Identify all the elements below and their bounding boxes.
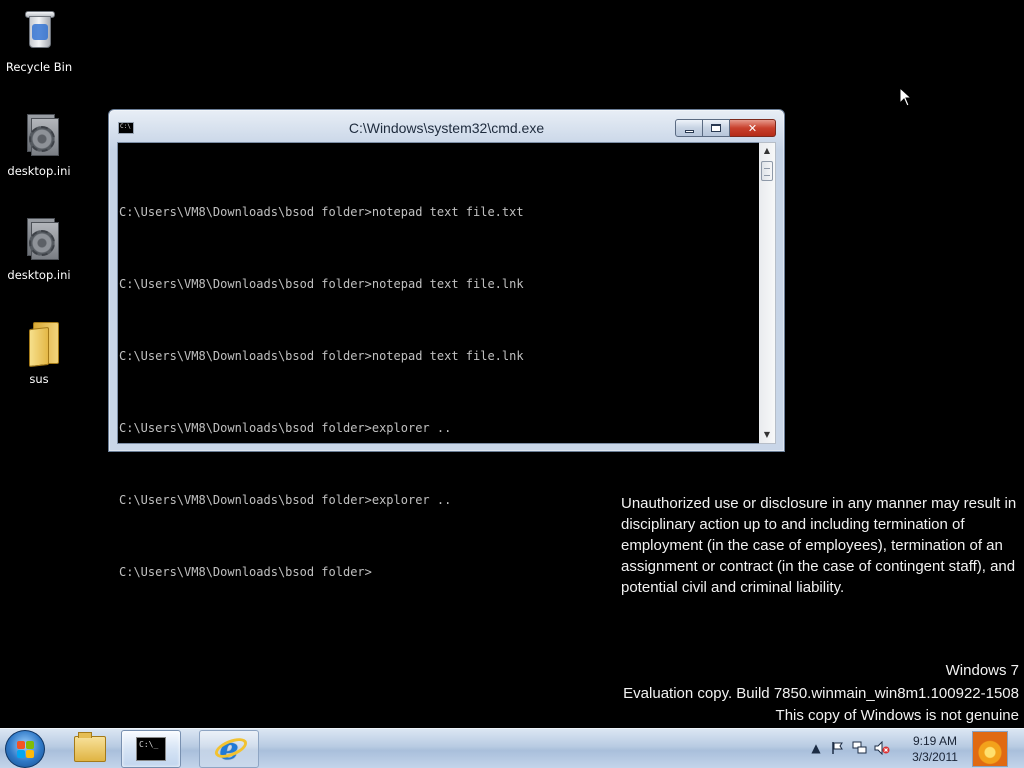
- console-prompt-line[interactable]: C:\Users\VM8\Downloads\bsod folder>: [119, 560, 524, 584]
- taskbar-command-prompt[interactable]: C:\_: [121, 730, 181, 768]
- close-button[interactable]: ✕: [730, 119, 776, 137]
- action-center-flag-icon[interactable]: [827, 739, 849, 757]
- settings-file-icon: [15, 214, 63, 262]
- console-line: C:\Users\VM8\Downloads\bsod folder>notep…: [119, 205, 524, 219]
- maximize-icon: [711, 124, 721, 132]
- scroll-thumb[interactable]: [761, 161, 773, 181]
- console-line: C:\Users\VM8\Downloads\bsod folder>notep…: [119, 277, 524, 291]
- watermark-genuine-notice: This copy of Windows is not genuine: [775, 707, 1019, 724]
- show-hidden-icons-icon[interactable]: ▲: [805, 739, 827, 757]
- watermark-build: Evaluation copy. Build 7850.winmain_win8…: [623, 684, 1019, 702]
- minimize-button[interactable]: [675, 119, 703, 137]
- network-icon[interactable]: [849, 739, 871, 757]
- settings-file-icon: [15, 110, 63, 158]
- watermark-os-name: Windows 7: [945, 662, 1019, 679]
- desktop-icon-desktop-ini[interactable]: desktop.ini: [0, 214, 78, 282]
- start-button[interactable]: [5, 730, 45, 768]
- close-icon: ✕: [747, 121, 758, 135]
- taskbar-windows-explorer[interactable]: [60, 730, 120, 768]
- ie-icon: e: [200, 731, 258, 767]
- title-bar[interactable]: C:\ C:\Windows\system32\cmd.exe ✕: [109, 110, 784, 142]
- folder-icon: [74, 732, 106, 762]
- console-line: C:\Users\VM8\Downloads\bsod folder>explo…: [119, 493, 452, 507]
- cmd-window[interactable]: C:\ C:\Windows\system32\cmd.exe ✕ C:\Use…: [108, 109, 785, 579]
- clock-date: 3/3/2011: [912, 750, 958, 764]
- desktop-icon-label: sus: [29, 372, 49, 386]
- maximize-button[interactable]: [703, 119, 730, 137]
- taskbar: C:\_ e ▲ 9:19 AM 3/3/2011: [0, 728, 1024, 768]
- show-desktop-button[interactable]: [972, 731, 1008, 767]
- desktop-icon-recycle-bin[interactable]: Recycle Bin: [0, 6, 78, 74]
- desktop-icon-label: desktop.ini: [7, 268, 71, 282]
- scroll-up-arrow-icon[interactable]: ▲: [759, 143, 775, 159]
- taskbar-internet-explorer[interactable]: e: [199, 730, 259, 768]
- minimize-icon: [684, 129, 694, 133]
- caption-buttons: ✕: [675, 119, 776, 137]
- clock-time: 9:19 AM: [912, 734, 958, 748]
- vertical-scrollbar[interactable]: ▲ ▼: [759, 142, 776, 444]
- legal-disclaimer: Unauthorized use or disclosure in any ma…: [621, 495, 1017, 596]
- console-area[interactable]: C:\Users\VM8\Downloads\bsod folder>notep…: [117, 142, 767, 579]
- desktop-icon-desktop-ini[interactable]: desktop.ini: [0, 110, 78, 178]
- console-line: C:\Users\VM8\Downloads\bsod folder>notep…: [119, 349, 524, 363]
- windows-watermark: Windows 7 Evaluation copy. Build 7850.wi…: [623, 660, 1019, 728]
- system-tray: ▲: [805, 739, 893, 757]
- recycle-bin-icon: [15, 6, 63, 54]
- folder-icon: [15, 318, 63, 368]
- scroll-down-arrow-icon[interactable]: ▼: [759, 427, 775, 443]
- desktop-icon-sus-folder[interactable]: sus: [0, 318, 78, 386]
- windows-logo-icon: [17, 741, 35, 759]
- console-output: C:\Users\VM8\Downloads\bsod folder>notep…: [119, 152, 524, 632]
- taskbar-clock[interactable]: 9:19 AM 3/3/2011: [904, 733, 966, 765]
- cmd-icon: C:\_: [136, 737, 166, 761]
- desktop-icon-label: desktop.ini: [7, 164, 71, 178]
- desktop-icon-label: Recycle Bin: [5, 60, 73, 74]
- volume-muted-icon[interactable]: [871, 739, 893, 757]
- console-line: C:\Users\VM8\Downloads\bsod folder>explo…: [119, 421, 452, 435]
